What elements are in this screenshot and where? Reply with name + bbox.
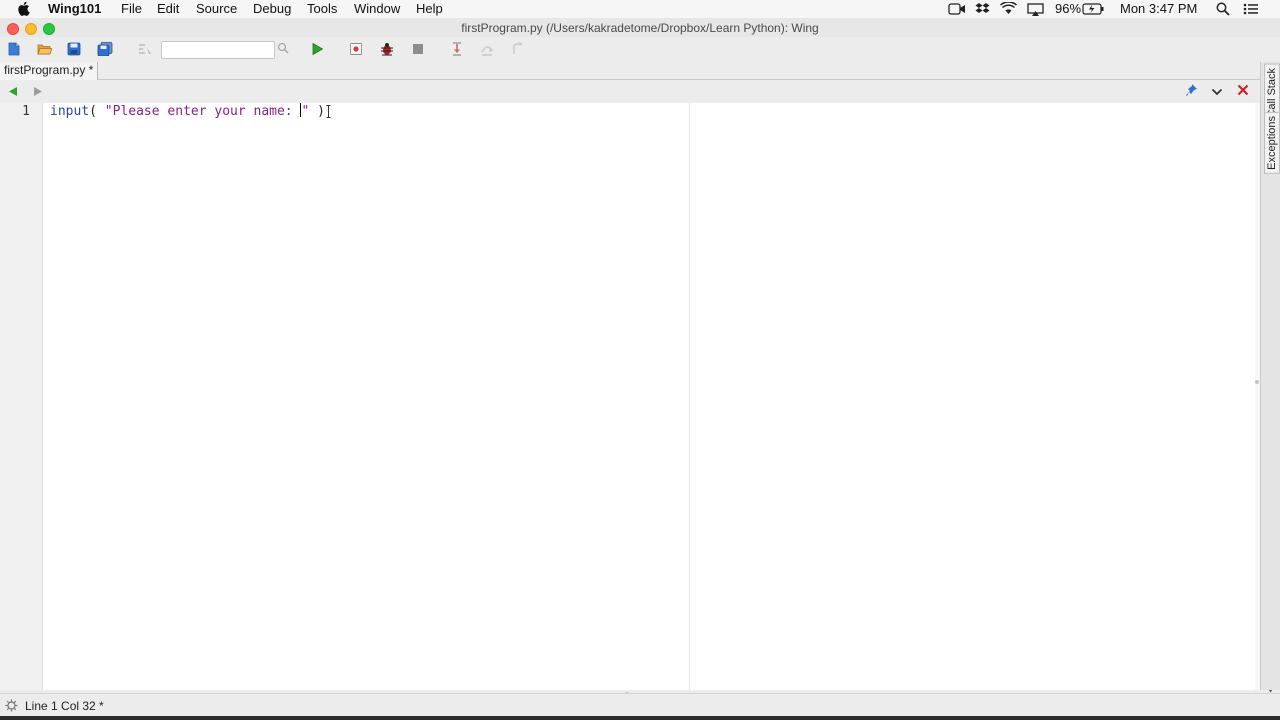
status-bar: Line 1 Col 32 * xyxy=(0,693,1280,717)
code-open-paren: ( xyxy=(89,104,105,119)
wifi-icon[interactable] xyxy=(1000,1,1017,18)
step-over-icon xyxy=(480,42,494,56)
clock[interactable]: Mon 3:47 PM xyxy=(1120,1,1197,16)
chevron-down-icon[interactable] xyxy=(1211,85,1223,100)
code-string: "Please enter your name: xyxy=(104,104,301,119)
save-icon[interactable] xyxy=(67,42,81,56)
editor-navbar xyxy=(0,80,1258,102)
back-arrow-icon[interactable] xyxy=(7,85,19,100)
battery-percent: 96% xyxy=(1055,1,1082,16)
indent-icon xyxy=(137,42,151,56)
menu-source[interactable]: Source xyxy=(196,1,237,16)
menu-help[interactable]: Help xyxy=(416,1,443,16)
line-number-gutter: 1 xyxy=(0,103,43,690)
zoom-window-button[interactable] xyxy=(43,23,55,35)
code-line[interactable]: input( "Please enter your name: " ) xyxy=(50,103,331,123)
battery-icon[interactable] xyxy=(1082,3,1104,18)
menu-file[interactable]: File xyxy=(121,1,142,16)
tool-sidebar: Call Stack Exceptions xyxy=(1260,62,1280,690)
window-title: firstProgram.py (/Users/kakradetome/Drop… xyxy=(461,21,819,35)
run-icon[interactable] xyxy=(310,42,324,56)
debug-stop-icon[interactable] xyxy=(349,42,363,56)
system-menubar: Wing101 File Edit Source Debug Tools Win… xyxy=(0,0,1280,19)
new-file-icon[interactable] xyxy=(7,42,21,56)
app-menu[interactable]: Wing101 xyxy=(48,1,101,16)
window-titlebar: firstProgram.py (/Users/kakradetome/Drop… xyxy=(0,18,1280,37)
editor-tabbar: firstProgram.py * xyxy=(0,62,1260,80)
menu-tools[interactable]: Tools xyxy=(307,1,337,16)
save-all-icon[interactable] xyxy=(97,42,113,57)
facetime-icon[interactable] xyxy=(948,3,966,18)
tab-firstprogram[interactable]: firstProgram.py * xyxy=(0,62,99,80)
toolbar-search-input[interactable] xyxy=(161,41,275,59)
debug-status-icon[interactable] xyxy=(5,699,18,715)
close-editor-icon[interactable] xyxy=(1237,84,1249,99)
open-folder-icon[interactable] xyxy=(37,42,53,56)
dropbox-icon[interactable] xyxy=(975,2,990,19)
stop-icon[interactable] xyxy=(411,42,425,56)
bottom-edge xyxy=(0,716,1280,720)
pin-icon[interactable] xyxy=(1185,83,1198,100)
code-function: input xyxy=(50,104,90,119)
notification-center-icon[interactable] xyxy=(1243,3,1259,18)
mouse-ibeam-cursor-icon xyxy=(326,105,331,123)
code-close-paren: ) xyxy=(309,104,325,119)
menu-edit[interactable]: Edit xyxy=(157,1,179,16)
step-out-icon xyxy=(510,42,524,56)
search-icon[interactable] xyxy=(277,42,291,56)
menu-window[interactable]: Window xyxy=(354,1,400,16)
code-editor[interactable] xyxy=(43,103,1255,690)
line-number: 1 xyxy=(22,104,30,119)
edge-guide-line xyxy=(689,103,690,690)
spotlight-search-icon[interactable] xyxy=(1216,2,1230,19)
step-into-icon[interactable] xyxy=(450,42,464,56)
bug-icon[interactable] xyxy=(380,42,394,56)
minimize-window-button[interactable] xyxy=(25,23,37,35)
cursor-position-status: Line 1 Col 32 * xyxy=(25,699,104,713)
menu-debug[interactable]: Debug xyxy=(253,1,291,16)
airplay-icon[interactable] xyxy=(1027,3,1044,19)
forward-arrow-icon[interactable] xyxy=(32,85,44,100)
apple-menu-icon[interactable] xyxy=(17,1,30,19)
tab-exceptions[interactable]: Exceptions xyxy=(1264,112,1280,174)
close-window-button[interactable] xyxy=(7,23,19,35)
